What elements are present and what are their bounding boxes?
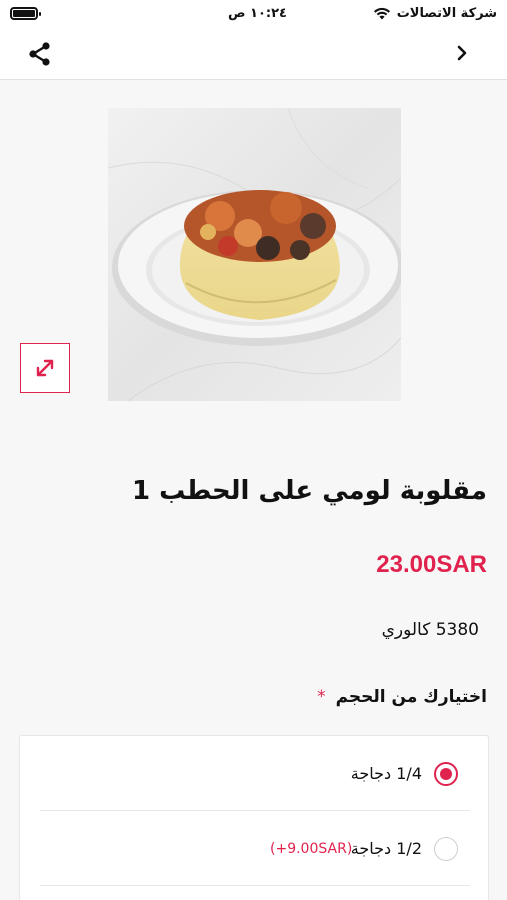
- share-icon[interactable]: [26, 40, 54, 68]
- radio-button[interactable]: [434, 837, 458, 861]
- expand-arrows-icon: [36, 359, 54, 377]
- size-option-half[interactable]: 1/2 دجاجة (+9.00SAR): [40, 811, 470, 886]
- product-title: مقلوبة لومي على الحطب 1: [132, 476, 487, 506]
- food-image: [108, 108, 401, 401]
- size-section-label: اختيارك من الحجم: [335, 687, 487, 707]
- expand-image-button[interactable]: [20, 343, 70, 393]
- option-extra-price: (+9.00SAR): [270, 841, 353, 857]
- carrier-info: شركة الاتصالات: [373, 6, 497, 21]
- status-time: ١٠:٢٤ ص: [228, 6, 287, 21]
- radio-button-selected[interactable]: [434, 762, 458, 786]
- battery-icon: [10, 7, 41, 20]
- chevron-right-icon[interactable]: [451, 42, 473, 64]
- option-label: 1/4 دجاجة: [350, 764, 422, 783]
- option-label: 1/2 دجاجة: [350, 839, 422, 858]
- product-price: 23.00SAR: [376, 551, 487, 578]
- size-option-quarter[interactable]: 1/4 دجاجة: [40, 736, 470, 811]
- carrier-name: شركة الاتصالات: [396, 6, 497, 21]
- size-section-title: اختيارك من الحجم *: [317, 687, 487, 707]
- status-bar: شركة الاتصالات ١٠:٢٤ ص: [0, 0, 507, 26]
- size-options-card: 1/4 دجاجة 1/2 دجاجة (+9.00SAR): [19, 735, 489, 900]
- product-image[interactable]: [108, 108, 401, 401]
- required-mark: *: [317, 687, 326, 707]
- nav-bar: [0, 26, 507, 80]
- product-calories: 5380 كالوري: [381, 620, 479, 640]
- wifi-icon: [373, 7, 390, 20]
